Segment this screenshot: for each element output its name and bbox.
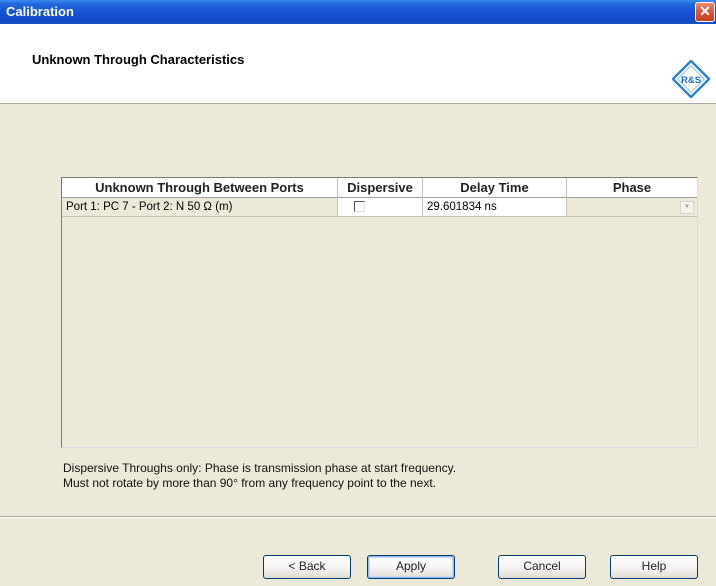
window-title: Calibration — [6, 4, 74, 19]
wizard-body: Unknown Through Between Ports Dispersive… — [0, 105, 716, 586]
through-table[interactable]: Unknown Through Between Ports Dispersive… — [61, 177, 698, 448]
note-line-1: Dispersive Throughs only: Phase is trans… — [63, 461, 457, 475]
column-header-delay-time[interactable]: Delay Time — [423, 178, 567, 198]
delay-time-field[interactable]: 29.601834 ns — [423, 198, 567, 217]
column-header-phase[interactable]: Phase — [567, 178, 697, 198]
note-line-2: Must not rotate by more than 90° from an… — [63, 476, 437, 490]
dispersive-checkbox[interactable] — [354, 201, 365, 212]
apply-button[interactable]: Apply — [367, 555, 455, 579]
close-button[interactable]: ✕ — [695, 2, 715, 22]
column-header-dispersive[interactable]: Dispersive — [338, 178, 423, 198]
table-row[interactable]: Port 1: PC 7 - Port 2: N 50 Ω (m) 29.601… — [62, 198, 697, 217]
separator — [0, 516, 716, 518]
column-header-ports[interactable]: Unknown Through Between Ports — [62, 178, 338, 198]
back-button[interactable]: < Back — [263, 555, 351, 579]
rohde-schwarz-logo: R&S — [672, 60, 710, 98]
svg-text:R&S: R&S — [681, 75, 701, 86]
dispersive-cell[interactable] — [338, 198, 423, 217]
title-bar: Calibration ✕ — [0, 0, 716, 24]
chevron-down-icon: ▼ — [680, 201, 694, 214]
ports-cell: Port 1: PC 7 - Port 2: N 50 Ω (m) — [62, 198, 338, 217]
phase-field: ▼ — [567, 198, 697, 217]
wizard-header: Unknown Through Characteristics R&S — [0, 24, 716, 104]
page-title: Unknown Through Characteristics — [32, 52, 245, 67]
help-button[interactable]: Help — [610, 555, 698, 579]
table-header: Unknown Through Between Ports Dispersive… — [62, 178, 697, 198]
cancel-button[interactable]: Cancel — [498, 555, 586, 579]
